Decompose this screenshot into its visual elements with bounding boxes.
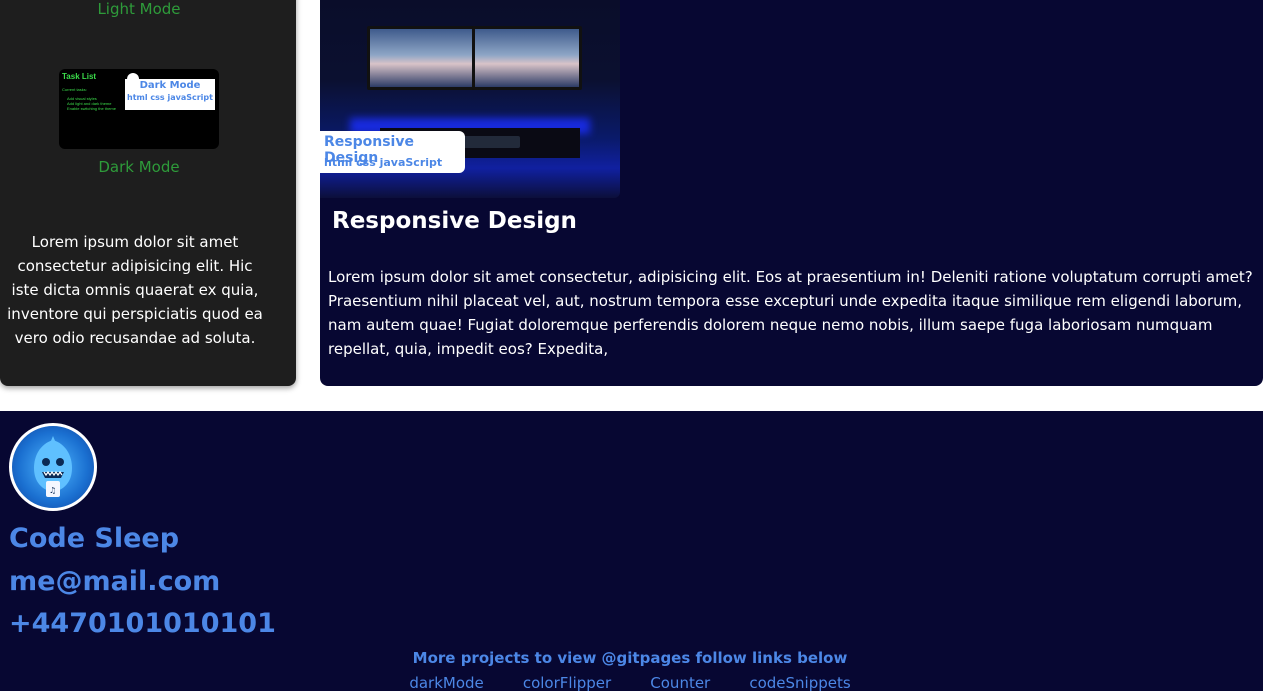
thumbnail-title: Task List [62,72,97,81]
dark-mode-thumbnail[interactable]: Task List Current tasks: Add visual styl… [59,69,219,149]
thumbnail-badge: Dark Mode html css javaScript [125,79,215,110]
thumbnail-task-list: Add visual styles Add light and dark the… [67,96,116,111]
responsive-design-project-card: Responsive Design html css javaScript Re… [320,0,1263,386]
link-codesnippets[interactable]: codeSnippets [749,674,850,692]
thumbnail-subtitle: Current tasks: [62,87,87,92]
link-colorflipper[interactable]: colorFlipper [523,674,611,692]
project-description: Lorem ipsum dolor sit amet consectetur, … [328,268,1253,358]
light-mode-label: Light Mode [97,0,181,18]
footer: ♫ Code Sleep me@mail.com +4470101010101 … [0,411,1263,692]
monitor-right [472,26,582,90]
badge-tags: html css javaScript [127,93,213,102]
svg-text:♫: ♫ [49,486,56,495]
project-description: Lorem ipsum dolor sit amet consectetur a… [7,233,263,347]
dark-mode-label: Dark Mode [98,158,180,176]
more-projects-text: More projects to view @gitpages follow l… [412,649,848,667]
thumbnail-task-item: Enable switching the theme [67,106,116,111]
avatar: ♫ [9,423,97,511]
project-hero-image[interactable]: Responsive Design html css javaScript [320,0,620,198]
hero-badge: Responsive Design html css javaScript [320,131,465,173]
link-counter[interactable]: Counter [650,674,710,692]
footer-email[interactable]: me@mail.com [9,566,220,597]
monitor-left [367,26,477,90]
dark-mode-project-card: Light Mode Task List Current tasks: Add … [0,0,296,386]
footer-name: Code Sleep [9,523,180,554]
link-darkmode[interactable]: darkMode [409,674,483,692]
footer-links: darkMode colorFlipper Counter codeSnippe… [0,673,1260,692]
shark-icon: ♫ [34,436,72,497]
project-title: Responsive Design [332,208,577,234]
footer-phone[interactable]: +4470101010101 [9,608,276,639]
hero-badge-tags: html css javaScript [324,156,443,169]
badge-title: Dark Mode [139,80,201,91]
